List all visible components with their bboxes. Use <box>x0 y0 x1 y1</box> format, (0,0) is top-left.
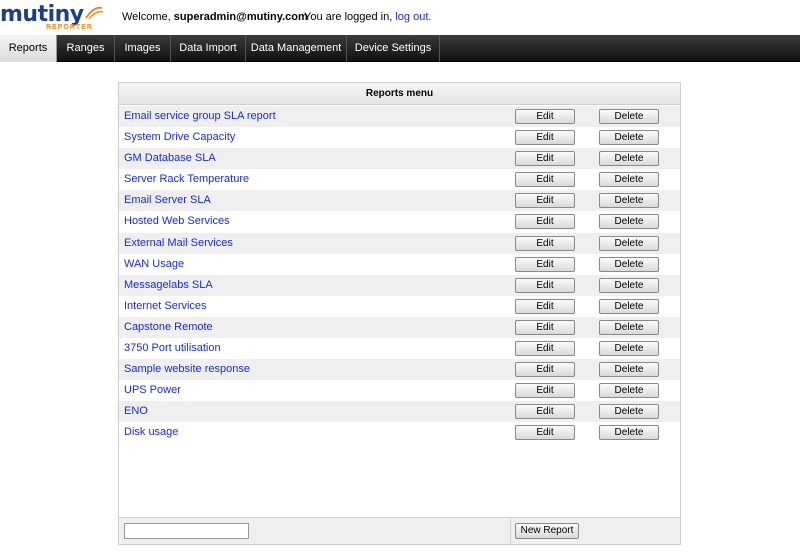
delete-report-button[interactable]: Delete <box>599 151 659 167</box>
report-name-link[interactable]: System Drive Capacity <box>124 131 235 143</box>
edit-report-button[interactable]: Edit <box>515 151 575 167</box>
report-row: Email service group SLA report Edit Delete <box>119 106 680 128</box>
report-name-link[interactable]: Server Rack Temperature <box>124 173 249 185</box>
edit-report-button[interactable]: Edit <box>515 214 575 230</box>
username: superadmin@mutiny.com <box>173 11 308 23</box>
edit-report-button[interactable]: Edit <box>515 425 575 441</box>
report-row: WAN Usage Edit Delete <box>119 254 680 275</box>
delete-report-button[interactable]: Delete <box>599 235 659 251</box>
delete-report-button[interactable]: Delete <box>599 256 659 272</box>
report-row: Hosted Web Services Edit Delete <box>119 211 680 232</box>
report-row: Email Server SLA Edit Delete <box>119 190 680 212</box>
report-row: External Mail Services Edit Delete <box>119 232 680 254</box>
tab-data-import[interactable]: Data Import <box>171 35 246 62</box>
report-list: Email service group SLA report Edit Delete… <box>119 106 680 444</box>
new-report-name-input[interactable] <box>124 523 249 539</box>
top-header: mutiny REPORTER Welcome, superadmin@muti… <box>0 0 800 35</box>
report-name-link[interactable]: ENO <box>124 405 148 417</box>
report-name-link[interactable]: 3750 Port utilisation <box>124 342 221 354</box>
delete-report-button[interactable]: Delete <box>599 404 659 420</box>
logged-in-text: You are logged in, <box>304 11 393 23</box>
edit-report-button[interactable]: Edit <box>515 341 575 357</box>
report-row: 3750 Port utilisation Edit Delete <box>119 338 680 359</box>
delete-report-button[interactable]: Delete <box>599 130 659 146</box>
mutiny-logo[interactable]: mutiny REPORTER <box>0 4 108 32</box>
welcome-message: Welcome, superadmin@mutiny.com <box>122 11 308 23</box>
report-row: Capstone Remote Edit Delete <box>119 316 680 339</box>
report-name-link[interactable]: UPS Power <box>124 384 181 396</box>
tab-reports[interactable]: Reports <box>0 35 57 62</box>
report-row: Messagelabs SLA Edit Delete <box>119 274 680 296</box>
report-name-link[interactable]: Capstone Remote <box>124 321 213 333</box>
tab-images[interactable]: Images <box>115 35 171 62</box>
report-row: UPS Power Edit Delete <box>119 380 680 401</box>
edit-report-button[interactable]: Edit <box>515 404 575 420</box>
delete-report-button[interactable]: Delete <box>599 319 659 335</box>
report-name-link[interactable]: Messagelabs SLA <box>124 279 213 291</box>
delete-report-button[interactable]: Delete <box>599 277 659 293</box>
logo-swoosh-icon <box>85 6 104 20</box>
delete-report-button[interactable]: Delete <box>599 341 659 357</box>
edit-report-button[interactable]: Edit <box>515 256 575 272</box>
delete-report-button[interactable]: Delete <box>599 425 659 441</box>
delete-report-button[interactable]: Delete <box>599 172 659 188</box>
report-name-link[interactable]: Email Server SLA <box>124 194 211 206</box>
delete-report-button[interactable]: Delete <box>599 298 659 314</box>
edit-report-button[interactable]: Edit <box>515 319 575 335</box>
welcome-prefix: Welcome, <box>122 11 171 23</box>
edit-report-button[interactable]: Edit <box>515 130 575 146</box>
delete-report-button[interactable]: Delete <box>599 193 659 209</box>
delete-report-button[interactable]: Delete <box>599 109 659 124</box>
delete-report-button[interactable]: Delete <box>599 362 659 378</box>
report-name-link[interactable]: GM Database SLA <box>124 152 216 164</box>
edit-report-button[interactable]: Edit <box>515 109 575 124</box>
report-name-link[interactable]: Sample website response <box>124 363 250 375</box>
tab-data-management[interactable]: Data Management <box>246 35 347 62</box>
footer-divider <box>510 518 511 544</box>
reports-panel: Reports menu Email service group SLA rep… <box>118 82 681 545</box>
edit-report-button[interactable]: Edit <box>515 235 575 251</box>
report-row: Disk usage Edit Delete <box>119 422 680 443</box>
report-name-link[interactable]: Disk usage <box>124 426 178 438</box>
report-row: Internet Services Edit Delete <box>119 296 680 317</box>
new-report-button[interactable]: New Report <box>515 523 579 539</box>
reports-footer: New Report <box>119 517 680 544</box>
tab-ranges[interactable]: Ranges <box>57 35 115 62</box>
report-name-link[interactable]: External Mail Services <box>124 237 233 249</box>
report-name-link[interactable]: WAN Usage <box>124 258 184 270</box>
tab-device-settings[interactable]: Device Settings <box>347 35 440 62</box>
edit-report-button[interactable]: Edit <box>515 298 575 314</box>
delete-report-button[interactable]: Delete <box>599 214 659 230</box>
edit-report-button[interactable]: Edit <box>515 277 575 293</box>
edit-report-button[interactable]: Edit <box>515 172 575 188</box>
report-name-link[interactable]: Internet Services <box>124 300 207 312</box>
logout-link[interactable]: log out. <box>395 11 431 23</box>
report-row: ENO Edit Delete <box>119 401 680 423</box>
login-status: You are logged in, log out. <box>304 11 431 23</box>
reports-menu-title: Reports menu <box>119 83 680 105</box>
report-row: System Drive Capacity Edit Delete <box>119 127 680 148</box>
logo-subtext: REPORTER <box>46 24 93 31</box>
edit-report-button[interactable]: Edit <box>515 193 575 209</box>
report-row: GM Database SLA Edit Delete <box>119 148 680 170</box>
report-row: Server Rack Temperature Edit Delete <box>119 169 680 190</box>
delete-report-button[interactable]: Delete <box>599 383 659 399</box>
report-row: Sample website response Edit Delete <box>119 359 680 381</box>
edit-report-button[interactable]: Edit <box>515 362 575 378</box>
main-nav: Reports Ranges Images Data Import Data M… <box>0 35 800 62</box>
report-name-link[interactable]: Email service group SLA report <box>124 110 276 122</box>
report-name-link[interactable]: Hosted Web Services <box>124 215 230 227</box>
edit-report-button[interactable]: Edit <box>515 383 575 399</box>
logo-wordmark: mutiny <box>0 2 84 27</box>
